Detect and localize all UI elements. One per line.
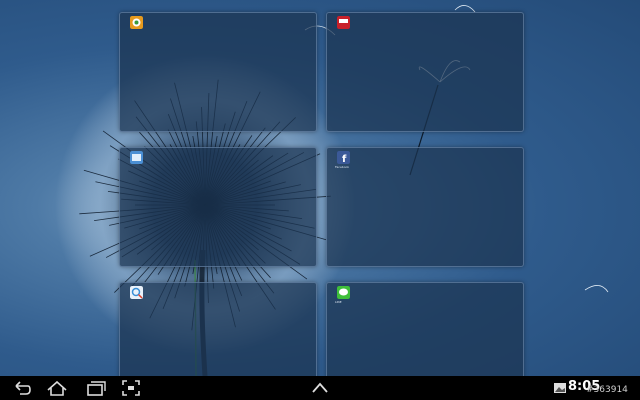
screenshot-icon[interactable] <box>119 378 143 398</box>
facebook-icon: f <box>337 151 350 164</box>
youtube-icon <box>337 16 350 29</box>
back-icon[interactable] <box>10 378 34 398</box>
app-label: Facebook <box>335 165 350 169</box>
recent-app-window-6[interactable]: LINE <box>326 282 524 380</box>
dandelion-wallpaper <box>55 5 609 376</box>
search-icon <box>130 286 143 299</box>
home-icon[interactable] <box>45 378 69 398</box>
watermark-label: #363914 <box>586 385 628 395</box>
messenger-icon <box>130 16 143 29</box>
video-icon <box>130 151 143 164</box>
recent-app-window-3[interactable] <box>119 147 317 267</box>
svg-text:f: f <box>342 154 347 164</box>
line-icon <box>337 286 350 299</box>
app-label: LINE <box>335 300 342 304</box>
recent-app-window-4[interactable]: f Facebook <box>326 147 524 267</box>
recent-apps-icon[interactable] <box>83 378 107 398</box>
up-arrow-icon[interactable] <box>308 378 332 398</box>
system-navigation-bar <box>0 376 640 400</box>
recent-app-window-2[interactable] <box>326 12 524 132</box>
recent-app-window-1[interactable] <box>119 12 317 132</box>
recent-app-window-5[interactable] <box>119 282 317 380</box>
